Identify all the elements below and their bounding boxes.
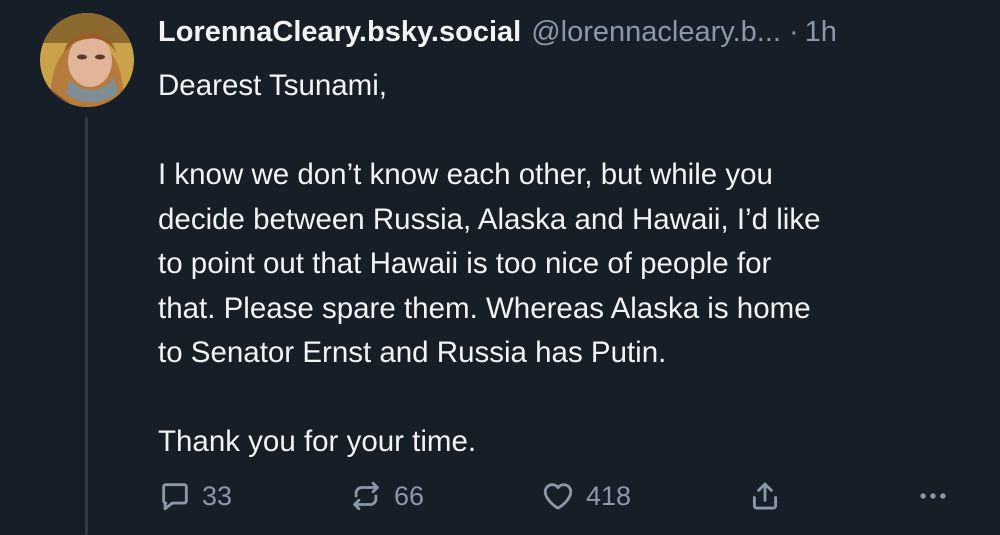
avatar-image (40, 13, 134, 107)
like-count: 418 (586, 480, 632, 511)
post-actions: 33 66 418 (158, 476, 958, 516)
reply-icon (162, 483, 188, 511)
display-name[interactable]: LorennaCleary.bsky.social (158, 10, 521, 54)
share-button[interactable] (748, 476, 782, 516)
avatar[interactable] (40, 13, 134, 107)
share-icon (752, 482, 778, 510)
post-body-blank-line (158, 376, 958, 421)
more-options-button[interactable] (916, 476, 950, 516)
post-body-blank-line (158, 109, 958, 154)
post-body-line: to point out that Hawaii is too nice of … (158, 247, 772, 280)
post-body-line: Dearest Tsunami, (158, 69, 387, 102)
repost-count: 66 (394, 480, 425, 511)
timestamp[interactable]: 1h (805, 10, 837, 54)
reply-count: 33 (202, 480, 233, 511)
post-body: Dearest Tsunami, I know we don’t know ea… (158, 64, 958, 465)
like-button[interactable]: 418 (540, 476, 631, 516)
post-header: LorennaCleary.bsky.social @lorennacleary… (158, 10, 978, 54)
handle[interactable]: @lorennacleary.b... (531, 10, 781, 54)
more-icon (920, 493, 946, 499)
post-body-line: Thank you for your time. (158, 425, 477, 458)
separator: · (788, 16, 799, 48)
heart-icon (543, 483, 573, 510)
post-body-line: decide between Russia, Alaska and Hawaii… (158, 202, 821, 236)
post-card[interactable]: LorennaCleary.bsky.social @lorennacleary… (0, 0, 1000, 535)
post-body-line: I know we don’t know each other, but whi… (158, 158, 773, 191)
thread-line (85, 117, 88, 535)
reply-button[interactable]: 33 (158, 476, 232, 516)
post-body-line: that. Please spare them. Whereas Alaska … (158, 291, 811, 325)
post-body-line: to Senator Ernst and Russia has Putin. (158, 336, 667, 369)
repost-button[interactable]: 66 (348, 476, 424, 516)
repost-icon (353, 481, 379, 511)
